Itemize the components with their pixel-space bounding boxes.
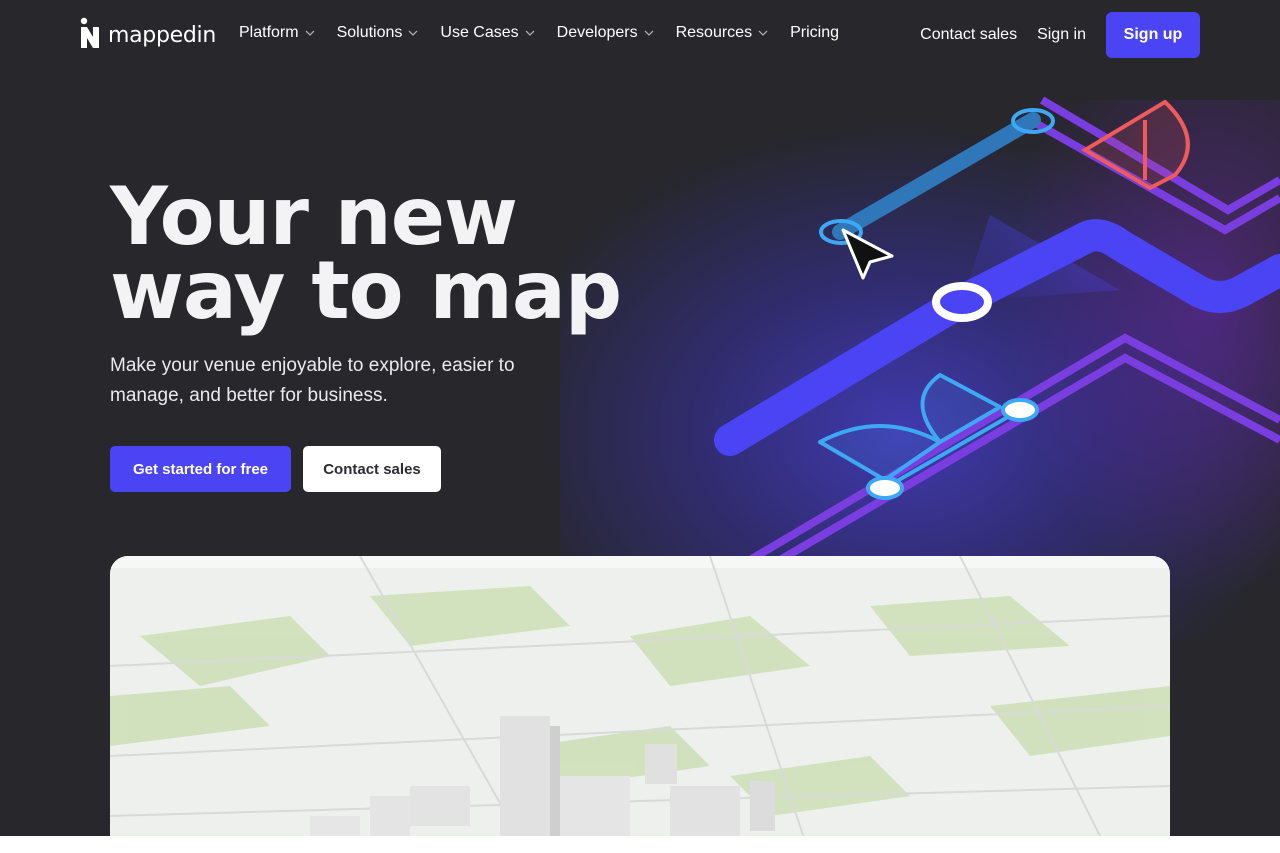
hero-subtitle: Make your venue enjoyable to explore, ea… (110, 351, 570, 411)
nav-item-label: Platform (239, 24, 299, 41)
hero-subtitle-line-1: Make your venue enjoyable to explore, ea… (110, 355, 515, 376)
header-actions: Contact sales Sign in Sign up (920, 12, 1200, 58)
hero-illustration (714, 96, 1280, 560)
chevron-down-icon (408, 28, 418, 38)
blue-zone-shapes (818, 373, 1022, 490)
nav-item-label: Resources (675, 24, 753, 41)
nav-item-pricing[interactable]: Pricing (790, 24, 839, 42)
contact-sales-button[interactable]: Contact sales (303, 446, 441, 492)
nav-item-label: Developers (556, 24, 638, 41)
contact-sales-link[interactable]: Contact sales (920, 26, 1017, 44)
page-bottom-strip (0, 836, 1280, 853)
sign-up-button[interactable]: Sign up (1106, 12, 1200, 58)
nav-item-label: Use Cases (440, 24, 519, 41)
chevron-down-icon (525, 28, 535, 38)
chevron-down-icon (644, 28, 654, 38)
map-preview[interactable] (110, 556, 1170, 853)
brand-logo[interactable]: mappedin (80, 17, 216, 54)
mappedin-logo-icon (80, 17, 100, 54)
nav-item-label: Pricing (790, 24, 839, 41)
hero-title-line-2: way to map (110, 244, 622, 337)
hero-title: Your new way to map (110, 177, 670, 331)
nav-item-use-cases[interactable]: Use Cases (440, 24, 535, 42)
get-started-button[interactable]: Get started for free (110, 446, 291, 492)
hero-subtitle-line-2: manage, and better for business. (110, 385, 388, 406)
nav-item-platform[interactable]: Platform (239, 24, 315, 42)
map-3d-view (110, 556, 1170, 853)
sign-in-link[interactable]: Sign in (1037, 26, 1086, 44)
main-nav: Platform Solutions Use Cases Developers … (239, 24, 861, 42)
chevron-down-icon (758, 28, 768, 38)
cursor-arrow-icon (841, 228, 894, 280)
chevron-down-icon (305, 28, 315, 38)
nav-item-label: Solutions (336, 24, 403, 41)
nav-item-solutions[interactable]: Solutions (337, 24, 419, 42)
nav-item-resources[interactable]: Resources (676, 24, 768, 42)
red-zone-shape (1081, 99, 1190, 191)
brand-name: mappedin (108, 23, 216, 48)
blue-route (832, 112, 1041, 240)
nav-item-developers[interactable]: Developers (557, 24, 654, 42)
route-marker (932, 282, 992, 322)
site-header: mappedin Platform Solutions Use Cases De… (0, 0, 1280, 70)
